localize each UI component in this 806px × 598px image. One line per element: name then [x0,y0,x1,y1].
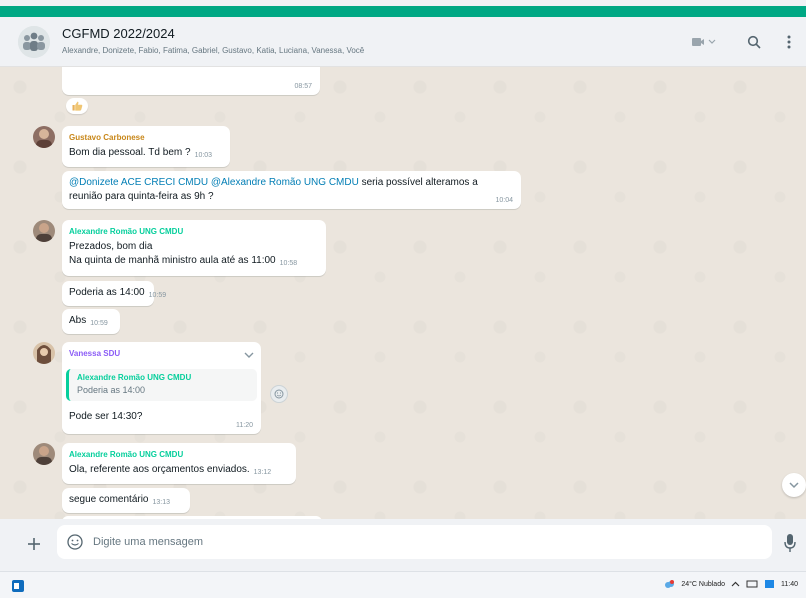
message-body: Poderia as 14:00 [69,287,145,298]
chat-header[interactable]: CGFMD 2022/2024 Alexandre, Donizete, Fab… [0,17,806,67]
message-time: 10:03 [194,152,213,159]
taskbar-clock[interactable]: 11:40 [781,581,798,588]
message-bubble[interactable]: segue comentário 13:13 [62,488,190,513]
plus-icon [28,538,40,550]
message-text: Abs 10:59 [69,314,108,329]
message-bubble[interactable]: Gustavo Carbonese Bom dia pessoal. Td be… [62,126,230,167]
avatar[interactable] [33,220,55,242]
message-input[interactable] [93,525,753,559]
mention-link[interactable]: @Alexandre Romão UNG CMDU [211,177,359,188]
video-call-button[interactable] [686,31,722,53]
menu-button[interactable] [781,31,797,53]
quoted-author: Alexandre Romão UNG CMDU [77,373,192,382]
message-composer [0,519,806,571]
message-time: 10:58 [279,260,298,267]
system-tray: 24°C Nublado 11:40 [664,579,798,589]
react-button[interactable] [270,385,288,403]
message-time: 13:13 [152,499,171,506]
message-time: 08:57 [294,83,312,90]
message-body: Abs [69,315,87,326]
message-body: reunião para quinta-feira as 9h ? [69,191,214,202]
message-body: Na quinta de manhã ministro aula até as … [69,255,276,266]
avatar[interactable] [33,342,55,364]
weather-cloud-icon [665,579,675,588]
message-time: 11:20 [236,422,253,429]
message-bubble[interactable]: 08:57 [62,67,320,95]
message-body: Bom dia pessoal. Td bem ? [69,147,191,158]
message-options-button[interactable] [243,347,255,358]
sender-name: Alexandre Romão UNG CMDU [69,227,184,236]
kebab-menu-icon [787,35,791,49]
outlook-icon[interactable] [12,579,24,592]
message-bubble[interactable]: Alexandre Romão UNG CMDU Prezados, bom d… [62,220,326,276]
thumbs-up-icon [72,101,82,111]
quoted-text: Poderia as 14:00 [77,385,146,395]
message-body: seria possível alteramos a [358,177,478,188]
network-icon [746,580,758,588]
chevron-up-icon [731,581,740,587]
message-input-box[interactable] [57,525,772,559]
message-bubble[interactable]: Poderia as 14:00 10:59 [62,281,166,306]
message-time: 10:04 [495,197,513,204]
message-time: 10:59 [148,292,167,299]
notification-icon [765,580,774,588]
quoted-message[interactable]: Alexandre Romão UNG CMDU Poderia as 14:0… [66,369,257,401]
message-body: Prezados, bom dia [69,241,153,252]
sender-name: Gustavo Carbonese [69,133,145,142]
message-bubble[interactable]: Abs 10:59 [62,309,120,334]
avatar[interactable] [33,443,55,465]
search-icon [747,35,761,49]
emoji-button[interactable] [66,533,84,551]
message-body: segue comentário [69,494,149,505]
message-body: Ola, referente aos orçamentos enviados. [69,464,250,475]
message-bubble[interactable]: @Donizete ACE CRECI CMDU @Alexandre Romã… [62,171,521,209]
sender-name: Vanessa SDU [69,349,121,358]
chevron-down-icon [789,482,799,489]
message-text: Prezados, bom dia Na quinta de manhã min… [69,240,297,269]
microphone-icon [784,534,796,552]
group-people-icon [18,26,50,58]
mention-link[interactable]: @Donizete ACE CRECI CMDU [69,177,208,188]
chevron-down-icon [244,352,254,358]
smiley-icon [274,389,284,399]
message-list[interactable]: 08:57 Gustavo Carbonese Bom dia pessoal.… [0,67,806,519]
app-accent-bar [0,6,806,17]
os-taskbar: 24°C Nublado 11:40 [0,571,806,598]
message-bubble[interactable]: Vanessa SDU Alexandre Romão UNG CMDU Pod… [62,342,261,434]
message-text: Ola, referente aos orçamentos enviados. 1… [69,463,271,478]
message-bubble[interactable]: Alexandre Romão UNG CMDU Ola, referente … [62,443,296,484]
weather-text[interactable]: 24°C Nublado [681,581,725,588]
avatar[interactable] [33,126,55,148]
message-text: Poderia as 14:00 10:59 [69,286,166,301]
message-time: 10:59 [90,320,108,327]
message-text: segue comentário 13:13 [69,493,170,508]
attach-button[interactable] [24,534,44,554]
message-text: Bom dia pessoal. Td bem ? 10:03 [69,146,212,161]
scroll-to-bottom-button[interactable] [782,473,806,497]
video-camera-icon [692,38,716,46]
message-text: Pode ser 14:30? [69,411,143,422]
chat-members[interactable]: Alexandre, Donizete, Fabio, Fatima, Gabr… [62,46,364,55]
search-button[interactable] [742,31,766,53]
message-text: @Donizete ACE CRECI CMDU @Alexandre Romã… [69,176,509,204]
message-reaction[interactable] [66,98,88,114]
sender-name: Alexandre Romão UNG CMDU [69,450,184,459]
group-avatar[interactable] [18,26,50,58]
chat-title[interactable]: CGFMD 2022/2024 [62,26,175,41]
smiley-icon [67,534,83,550]
voice-message-button[interactable] [783,533,797,553]
message-time: 13:12 [253,469,272,476]
